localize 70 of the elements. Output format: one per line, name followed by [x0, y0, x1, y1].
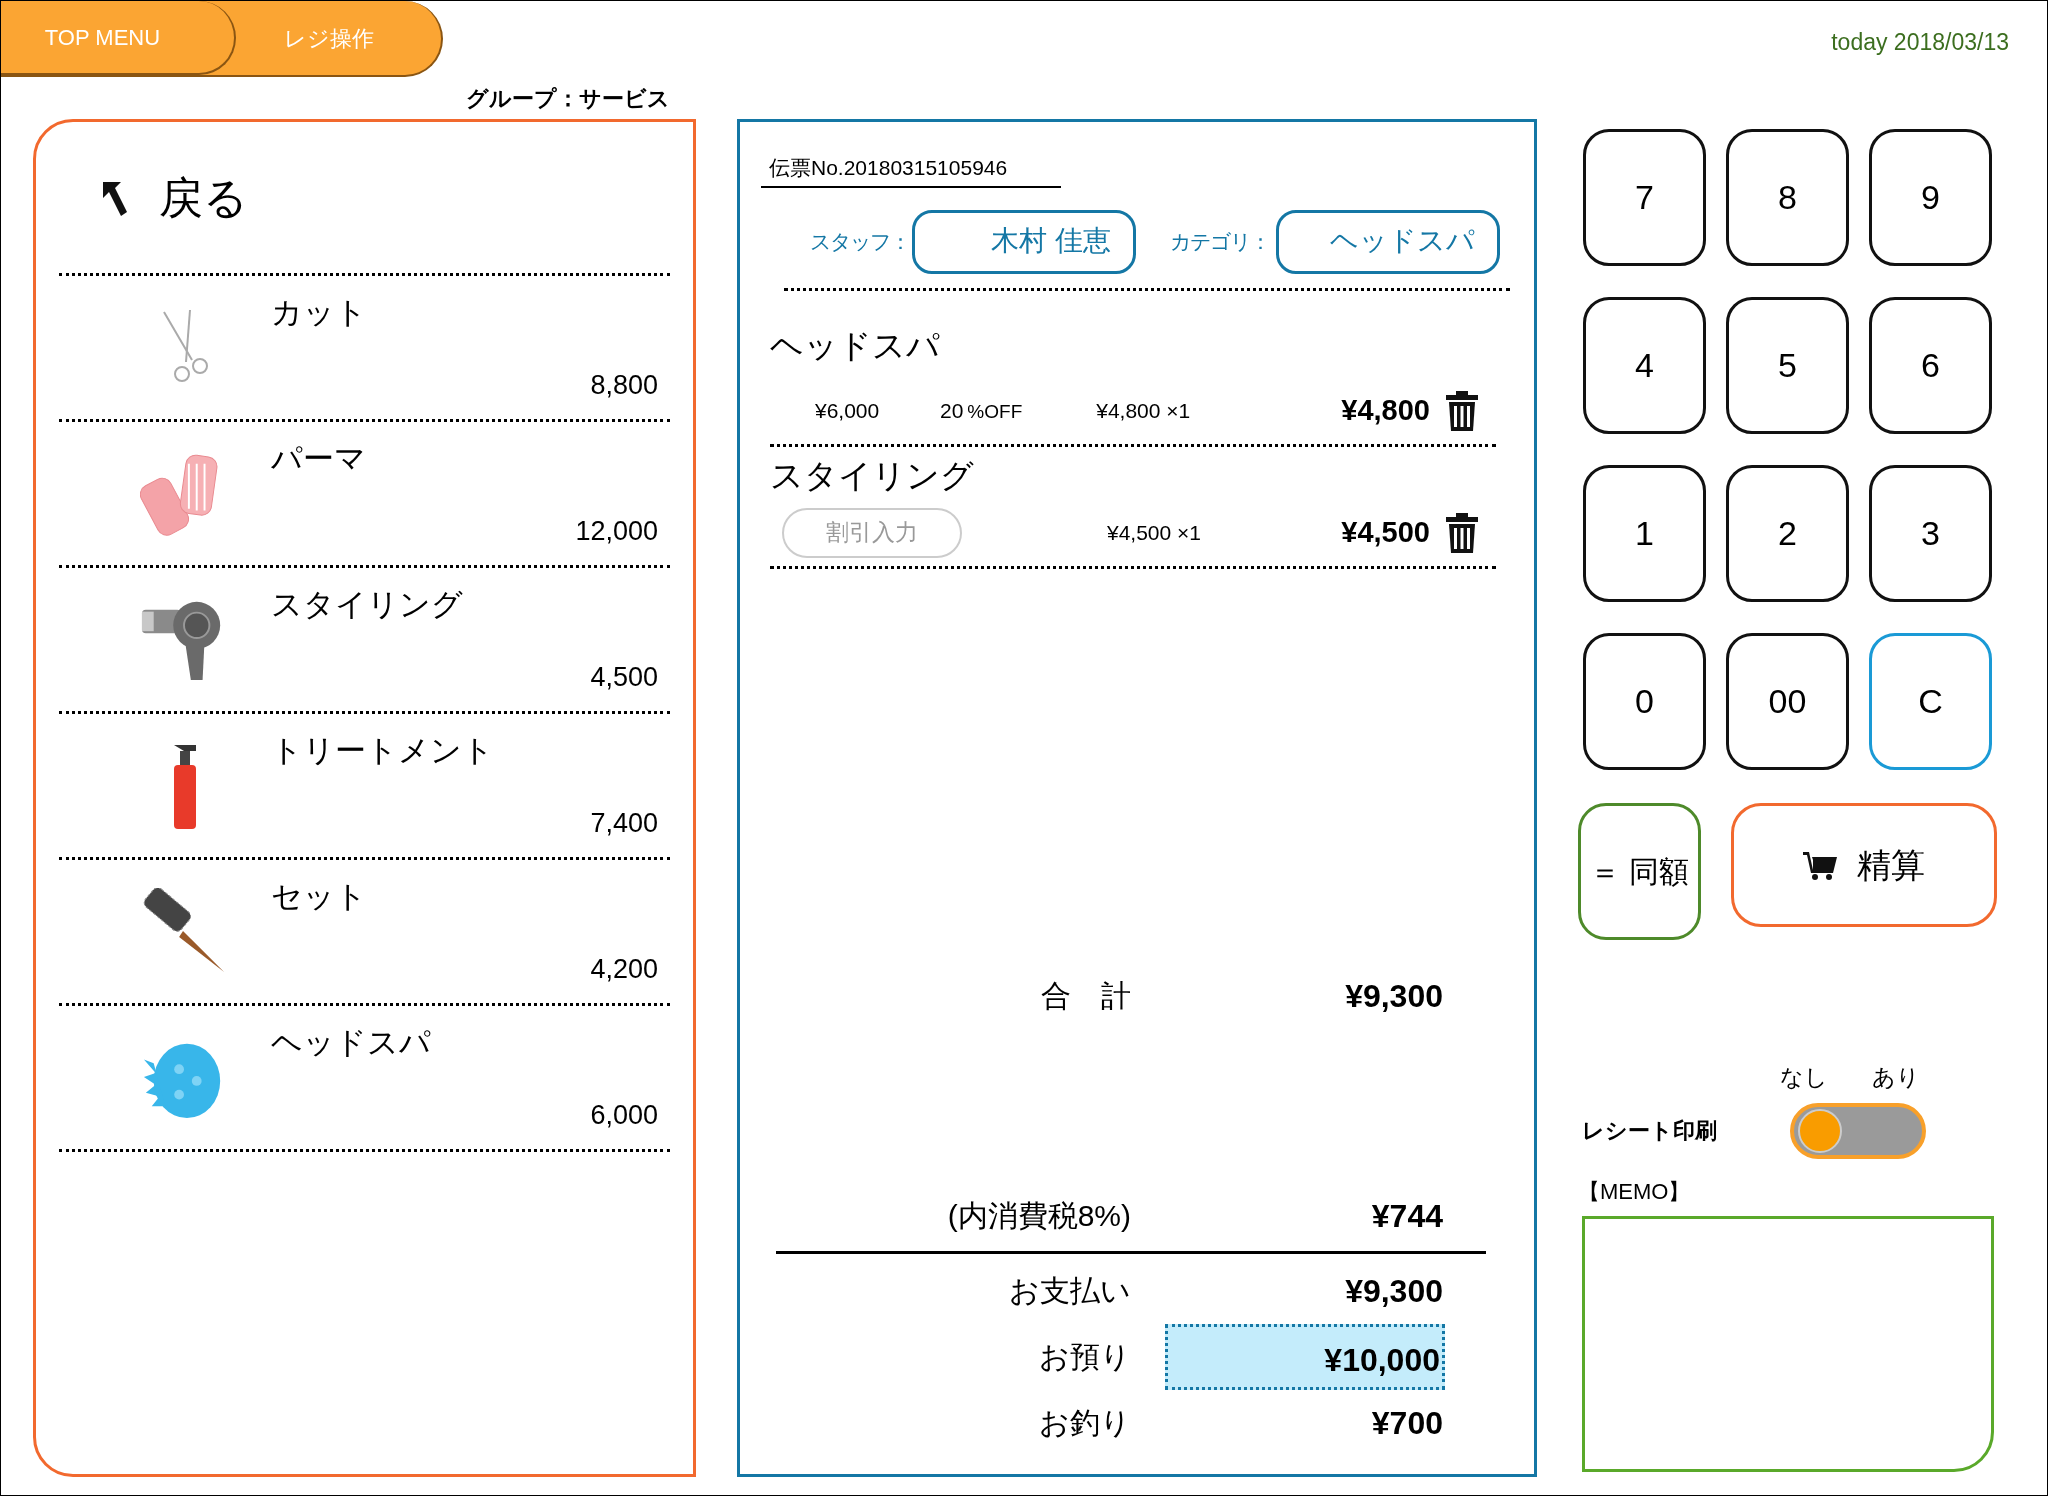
item-name: スタイリング	[271, 586, 463, 624]
group-label: グループ：サービス	[465, 85, 671, 113]
back-button[interactable]: 戻る	[159, 164, 248, 231]
keypad-key[interactable]: C	[1869, 633, 1992, 770]
item-price: 4,500	[590, 660, 658, 694]
tax-label: (内消費税8%)	[946, 1198, 1131, 1234]
total-label: 合 計	[1040, 978, 1131, 1014]
tax-amount: ¥744	[1370, 1196, 1444, 1236]
trash-icon	[1444, 390, 1480, 431]
same-amount-button[interactable]: ＝ 同額	[1578, 803, 1701, 940]
item-price: 4,200	[590, 952, 658, 986]
category-label: カテゴリ：	[1170, 228, 1270, 255]
item-name: パーマ	[271, 440, 366, 478]
keypad-key[interactable]: 8	[1726, 129, 1849, 266]
item-price: 12,000	[575, 514, 658, 548]
line-amount: ¥4,500	[1340, 514, 1430, 550]
item-name: セット	[271, 878, 367, 916]
trash-icon	[1444, 512, 1480, 553]
menu-item[interactable]: パーマ 12,000	[59, 422, 670, 568]
menu-item[interactable]: カット 8,800	[59, 276, 670, 422]
keypad-key[interactable]: 6	[1869, 297, 1992, 434]
delete-button[interactable]	[1444, 512, 1480, 553]
menu-item[interactable]: セット 4,200	[59, 860, 670, 1006]
item-price: 7,400	[590, 806, 658, 840]
unit-price-quantity: ¥4,800 ×1	[1096, 397, 1192, 424]
memo-label: 【MEMO】	[1578, 1177, 1692, 1206]
off-label: なし	[1780, 1063, 1828, 1092]
item-name: トリートメント	[271, 732, 494, 770]
keypad-key[interactable]: 0	[1583, 633, 1706, 770]
keypad-key[interactable]: 5	[1726, 297, 1849, 434]
item-name: カット	[271, 294, 367, 332]
item-price: 6,000	[590, 1098, 658, 1132]
menu-item[interactable]: スタイリング 4,500	[59, 568, 670, 714]
line-item-name: スタイリング	[770, 455, 974, 496]
line-amount: ¥4,800	[1340, 392, 1430, 428]
item-price: 8,800	[590, 368, 658, 402]
receipt-print-toggle[interactable]	[1790, 1102, 1926, 1159]
keypad-key[interactable]: 7	[1583, 129, 1706, 266]
memo-field[interactable]	[1582, 1215, 1994, 1472]
menu-item[interactable]: トリートメント 7,400	[59, 714, 670, 860]
list-price: ¥6,000	[815, 397, 881, 424]
discount-unit: %OFF	[967, 399, 1023, 424]
receipt-print-label: レシート印刷	[1582, 1117, 1718, 1145]
date-text: today 2018/03/13	[1831, 28, 2009, 57]
staff-field[interactable]: 木村 佳恵	[912, 209, 1136, 274]
keypad-key[interactable]: 3	[1869, 465, 1992, 602]
staff-label: スタッフ：	[810, 228, 910, 255]
menu-item[interactable]: ヘッドスパ 6,000	[59, 1006, 670, 1152]
cart-icon	[1803, 850, 1837, 880]
keypad-key[interactable]: 00	[1726, 633, 1849, 770]
payment-label: お釣り	[1038, 1405, 1131, 1441]
category-field[interactable]: ヘッドスパ	[1276, 209, 1500, 274]
keypad-key[interactable]: 4	[1583, 297, 1706, 434]
slip-number: 伝票No.20180315105946	[769, 156, 1008, 179]
item-name: ヘッドスパ	[271, 1024, 431, 1062]
line-item-name: ヘッドスパ	[770, 325, 940, 366]
keypad-key[interactable]: 2	[1726, 465, 1849, 602]
delete-button[interactable]	[1444, 390, 1480, 431]
checkout-button[interactable]: 精算	[1731, 803, 1997, 927]
total-amount: ¥9,300	[1344, 976, 1444, 1016]
unit-price-quantity: ¥4,500 ×1	[1107, 519, 1202, 546]
keypad-key[interactable]: 1	[1583, 465, 1706, 602]
keypad-key[interactable]: 9	[1869, 129, 1992, 266]
payment-label: お預り	[1038, 1339, 1131, 1375]
discount-value[interactable]: 20	[940, 394, 964, 427]
payment-amount[interactable]: ¥10,000	[1165, 1323, 1445, 1390]
on-label: あり	[1872, 1063, 1920, 1092]
payment-amount[interactable]: ¥9,300	[1165, 1257, 1445, 1324]
payment-amount[interactable]: ¥700	[1165, 1389, 1445, 1456]
payment-label: お支払い	[1008, 1273, 1131, 1309]
